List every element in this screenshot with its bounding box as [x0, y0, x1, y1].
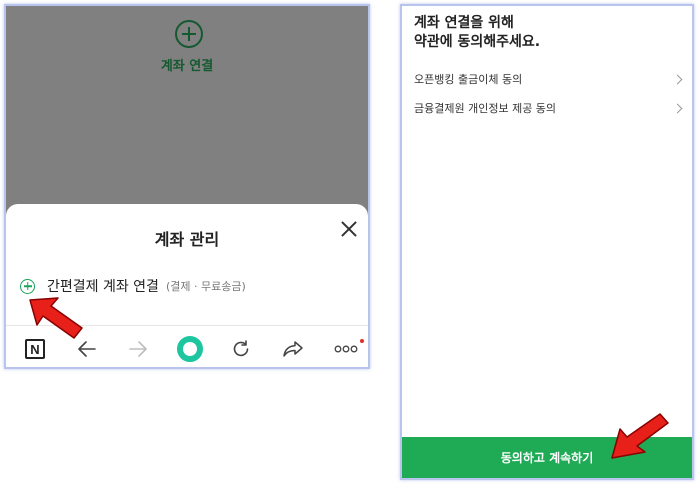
naver-home-button[interactable]: N [20, 326, 50, 367]
row-label: 간편결제 계좌 연결 [47, 279, 159, 295]
chevron-right-icon [672, 103, 683, 113]
dimmed-background: 계좌 연결 [6, 6, 368, 216]
agreement-label: 금융결제원 개인정보 제공 동의 [414, 102, 557, 115]
left-screenshot: 계좌 연결 계좌 관리 간편결제 계좌 연결 (결제 · 무료송금) N [4, 4, 370, 369]
terms-heading: 계좌 연결을 위해 약관에 동의해주세요. [414, 14, 540, 52]
share-icon [283, 341, 303, 357]
right-screenshot: 계좌 연결을 위해 약관에 동의해주세요. 오픈뱅킹 출금이체 동의 금융결제원… [400, 4, 694, 480]
forward-arrow-icon [129, 341, 147, 357]
back-arrow-icon [78, 341, 96, 357]
row-sublabel: (결제 · 무료송금) [165, 280, 246, 293]
more-icon [334, 345, 358, 353]
more-button[interactable] [328, 326, 364, 367]
green-circle-icon [177, 336, 203, 362]
sheet-title: 계좌 관리 [154, 230, 220, 249]
browser-toolbar: N [6, 325, 368, 367]
account-management-sheet: 계좌 관리 간편결제 계좌 연결 (결제 · 무료송금) N [6, 204, 368, 367]
green-home-button[interactable] [173, 326, 207, 367]
agreement-row-kftc-privacy[interactable]: 금융결제원 개인정보 제공 동의 [414, 99, 684, 117]
agree-and-continue-button[interactable]: 동의하고 계속하기 [402, 437, 692, 478]
forward-button[interactable] [123, 326, 153, 367]
back-button[interactable] [72, 326, 102, 367]
heading-line-2: 약관에 동의해주세요. [414, 34, 541, 50]
plus-circle-icon[interactable] [20, 278, 35, 294]
notification-dot [360, 339, 364, 343]
close-icon[interactable] [340, 220, 358, 238]
refresh-button[interactable] [226, 326, 256, 367]
background-connect-label: 계좌 연결 [160, 59, 214, 74]
add-account-icon [175, 20, 203, 48]
easy-pay-account-connect-row[interactable]: 간편결제 계좌 연결 (결제 · 무료송금) [20, 274, 246, 298]
agreement-label: 오픈뱅킹 출금이체 동의 [414, 73, 523, 86]
share-button[interactable] [278, 326, 308, 367]
naver-home-icon: N [25, 339, 45, 359]
agreement-row-openbanking[interactable]: 오픈뱅킹 출금이체 동의 [414, 70, 684, 88]
heading-line-1: 계좌 연결을 위해 [414, 15, 514, 31]
refresh-icon [233, 340, 249, 357]
chevron-right-icon [672, 74, 683, 84]
